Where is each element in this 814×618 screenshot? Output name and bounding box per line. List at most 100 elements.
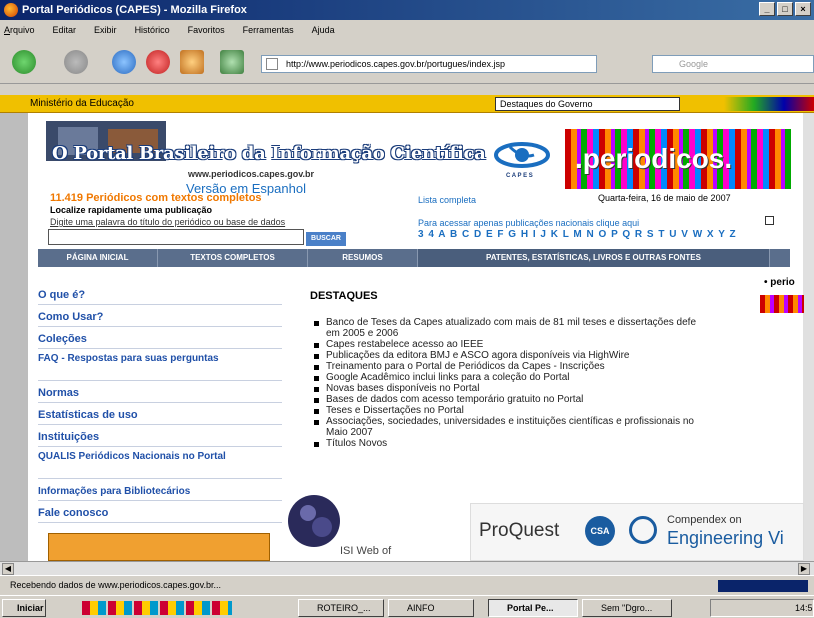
list-item[interactable]: Novas bases disponíveis no Portal: [314, 383, 814, 394]
nav-qualis[interactable]: QUALIS Periódicos Nacionais no Portal: [38, 447, 282, 479]
portal-url: www.periodicos.capes.gov.br: [188, 169, 315, 179]
nav-fale-conosco[interactable]: Fale conosco: [38, 501, 282, 523]
bookmark-page-icon[interactable]: [220, 50, 244, 74]
search-submit-button[interactable]: BUSCAR: [306, 232, 346, 246]
menu-arquivo[interactable]: Arquivo: [4, 25, 35, 40]
list-item[interactable]: Títulos Novos: [314, 438, 814, 449]
menu-historico[interactable]: Histórico: [135, 25, 170, 40]
brasil-logo[interactable]: [724, 97, 814, 111]
scroll-right-arrow-icon[interactable]: ▶: [798, 563, 810, 575]
loading-progress: [718, 580, 808, 592]
national-publications-link[interactable]: Para acessar apenas publicações nacionai…: [418, 218, 639, 228]
periodicos-logo[interactable]: .periodicos.: [565, 129, 791, 189]
stop-icon[interactable]: [146, 50, 170, 74]
csa-logo[interactable]: CSA: [585, 516, 615, 546]
forward-icon[interactable]: [64, 50, 88, 74]
promo-image[interactable]: [48, 533, 270, 561]
page-viewport: O Portal Brasileiro da Informação Cientí…: [0, 113, 814, 561]
close-button[interactable]: ×: [795, 2, 811, 16]
maximize-button[interactable]: □: [777, 2, 793, 16]
tab-resumos[interactable]: RESUMOS: [308, 249, 418, 267]
type-word-label: Digite uma palavra do título do periódic…: [50, 217, 286, 227]
taskbar-sem[interactable]: Sem "Dgro...: [582, 599, 672, 617]
nav-colecoes[interactable]: Coleções: [38, 327, 282, 349]
go-button[interactable]: [598, 55, 638, 73]
menu-exibir[interactable]: Exibir: [94, 25, 117, 40]
compendex-e-icon: [629, 516, 657, 544]
horizontal-scrollbar[interactable]: ◀ ▶: [0, 561, 814, 575]
left-navigation: O que é? Como Usar? Coleções FAQ - Respo…: [38, 283, 282, 523]
menu-ferramentas[interactable]: Ferramentas: [243, 25, 294, 40]
capes-logo[interactable]: C A P E S: [492, 133, 552, 183]
window-title-bar[interactable]: Portal Periódicos (CAPES) - Mozilla Fire…: [0, 0, 814, 20]
periodicos-chip-label: • perio: [764, 277, 795, 288]
list-item[interactable]: Associações, sociedades, universidades e…: [314, 416, 814, 427]
search-placeholder: Google: [679, 59, 709, 69]
home-icon[interactable]: [180, 50, 204, 74]
list-item[interactable]: Teses e Dissertações no Portal: [314, 405, 814, 416]
minimize-button[interactable]: _: [759, 2, 775, 16]
list-item[interactable]: Publicações da editora BMJ e ASCO agora …: [314, 350, 814, 361]
address-bar[interactable]: http://www.periodicos.capes.gov.br/portu…: [261, 55, 597, 73]
window-title: Portal Periódicos (CAPES) - Mozilla Fire…: [22, 4, 247, 16]
list-item[interactable]: Maio 2007: [314, 427, 814, 438]
partner-logos: ProQuest CSA Compendex on Engineering Vi: [470, 503, 804, 561]
navigation-toolbar: http://www.periodicos.capes.gov.br/portu…: [0, 40, 814, 84]
national-publications-checkbox[interactable]: [765, 216, 774, 225]
alphabet-index[interactable]: 3 4 A B C D E F G H I J K L M N O P Q R …: [418, 229, 737, 240]
destaques-list: Banco de Teses da Capes atualizado com m…: [314, 317, 814, 449]
scroll-left-arrow-icon[interactable]: ◀: [2, 563, 14, 575]
left-gutter: [0, 113, 28, 561]
acesso-stripe: [760, 295, 804, 313]
back-icon[interactable]: [12, 50, 36, 74]
periodicos-label: .periodicos.: [575, 143, 733, 174]
firefox-icon: [4, 3, 18, 17]
reload-icon[interactable]: [112, 50, 136, 74]
portal-title: O Portal Brasileiro da Informação Cientí…: [52, 143, 486, 164]
complete-list-link[interactable]: Lista completa: [418, 195, 476, 205]
ministry-label[interactable]: Ministério da Educação: [30, 98, 134, 109]
periodicos-acesso-banner[interactable]: • perio: [760, 273, 804, 321]
nav-como-usar[interactable]: Como Usar?: [38, 305, 282, 327]
taskbar-ainfo[interactable]: AINFO: [388, 599, 474, 617]
clock[interactable]: 14:5: [795, 603, 813, 613]
nav-o-que-e[interactable]: O que é?: [38, 283, 282, 305]
periodical-search-input[interactable]: [48, 229, 304, 245]
list-item[interactable]: Capes restabelece acesso ao IEEE: [314, 339, 814, 350]
menu-ajuda[interactable]: Ajuda: [312, 25, 335, 40]
locate-label: Localize rapidamente uma publicação: [50, 205, 213, 215]
nav-normas[interactable]: Normas: [38, 381, 282, 403]
compendex-on-label[interactable]: Compendex on: [667, 514, 742, 526]
government-bar: Ministério da Educação Destaques do Gove…: [0, 95, 814, 113]
taskbar-roteiro[interactable]: ROTEIRO_...: [298, 599, 384, 617]
engineering-village-label[interactable]: Engineering Vi: [667, 528, 784, 549]
list-item[interactable]: Banco de Teses da Capes atualizado com m…: [314, 317, 814, 328]
search-input[interactable]: Google: [652, 55, 814, 73]
tab-patentes[interactable]: PATENTES, ESTATÍSTICAS, LIVROS E OUTRAS …: [418, 249, 770, 267]
menu-bar: Arquivo Editar Exibir Histórico Favorito…: [0, 20, 814, 40]
tab-textos-completos[interactable]: TEXTOS COMPLETOS: [158, 249, 308, 267]
list-item[interactable]: Google Acadêmico inclui links para a col…: [314, 372, 814, 383]
isi-web-of-knowledge-logo[interactable]: ISI Web of: [286, 493, 426, 561]
start-button[interactable]: Iniciar: [2, 599, 46, 617]
menu-editar[interactable]: Editar: [53, 25, 77, 40]
status-text: Recebendo dados de www.periodicos.capes.…: [10, 580, 221, 590]
nav-faq[interactable]: FAQ - Respostas para suas perguntas: [38, 349, 282, 381]
list-item[interactable]: Treinamento para o Portal de Periódicos …: [314, 361, 814, 372]
page-icon: [266, 58, 278, 70]
nav-instituicoes[interactable]: Instituições: [38, 425, 282, 447]
proquest-logo[interactable]: ProQuest: [479, 520, 559, 542]
tab-pagina-inicial[interactable]: PÁGINA INICIAL: [38, 249, 158, 267]
address-text: http://www.periodicos.capes.gov.br/portu…: [286, 59, 505, 69]
menu-favoritos[interactable]: Favoritos: [188, 25, 225, 40]
status-bar: Recebendo dados de www.periodicos.capes.…: [0, 575, 814, 595]
system-tray: 14:5: [710, 599, 814, 617]
taskbar-portal[interactable]: Portal Pe...: [488, 599, 578, 617]
quick-launch-icons[interactable]: [82, 601, 232, 615]
list-item[interactable]: Bases de dados com acesso temporário gra…: [314, 394, 814, 405]
government-select[interactable]: Destaques do Governo: [495, 97, 680, 111]
nav-estatisticas[interactable]: Estatísticas de uso: [38, 403, 282, 425]
list-item[interactable]: em 2005 e 2006: [314, 328, 814, 339]
main-tabs: PÁGINA INICIAL TEXTOS COMPLETOS RESUMOS …: [38, 249, 790, 267]
nav-bibliotecarios[interactable]: Informações para Bibliotecários: [38, 479, 282, 501]
